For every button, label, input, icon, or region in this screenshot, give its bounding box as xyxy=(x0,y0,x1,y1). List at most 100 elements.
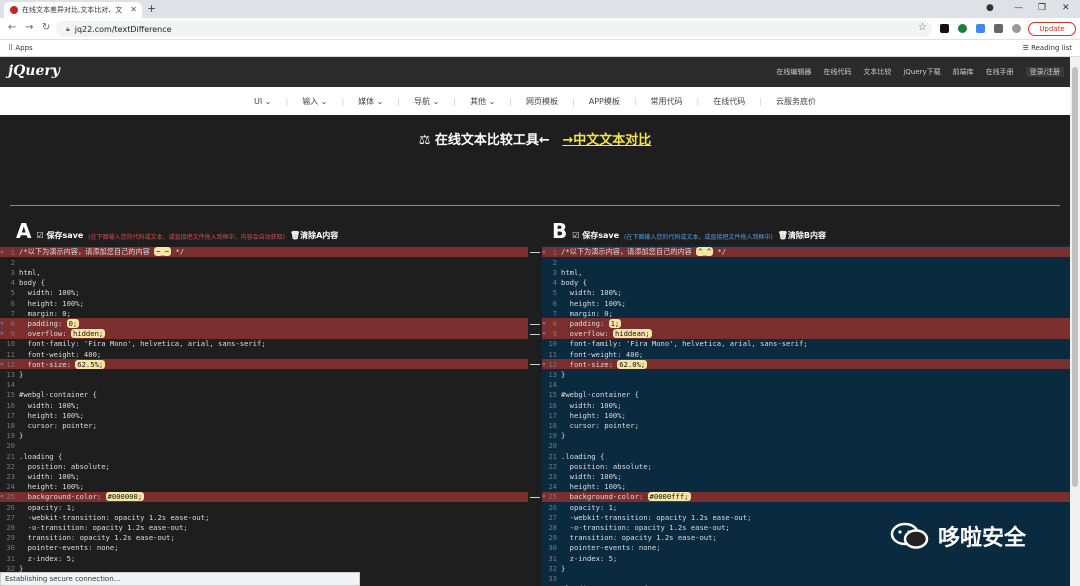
menu-item[interactable]: 在线代码 xyxy=(713,96,745,107)
menu-item[interactable]: 导航 ⌄ xyxy=(414,96,439,107)
browser-tab[interactable]: 在线文本差异对比,文本比对、文 ✕ xyxy=(4,2,142,18)
code-line: 3 html, xyxy=(542,267,1070,277)
top-nav-item[interactable]: 在线编辑器 xyxy=(776,67,811,77)
top-nav-item[interactable]: 登录/注册 xyxy=(1025,67,1064,77)
top-nav-item[interactable]: jQuery下载 xyxy=(903,67,940,77)
reading-list-label: Reading list xyxy=(1031,44,1072,52)
menu-item[interactable]: 输入 ⌄ xyxy=(302,96,327,107)
extension-icon[interactable] xyxy=(940,24,949,33)
wechat-icon xyxy=(890,521,930,551)
code-line: 18 cursor: pointer; xyxy=(542,420,1070,430)
clear-b-button[interactable]: 🗑︎清除B内容 xyxy=(778,230,826,241)
merge-left-icon[interactable]: « xyxy=(542,320,548,327)
line-number: 15 xyxy=(548,390,557,400)
line-number: 6 xyxy=(10,298,15,308)
clear-a-button[interactable]: 🗑︎清除A内容 xyxy=(290,230,338,241)
trash-icon: 🗑︎ xyxy=(777,231,788,240)
forward-icon[interactable]: → xyxy=(25,22,33,33)
editor-a[interactable]: 1/*以下为演示内容，请添加您自己的内容 ~_~ */2 3 html, 4 body … xyxy=(0,245,528,586)
code-text: height: 100%; xyxy=(561,410,626,420)
code-line: 5 width: 100%; xyxy=(0,288,528,298)
line-number: 18 xyxy=(548,420,557,430)
top-nav-item[interactable]: 在线手册 xyxy=(986,67,1014,77)
menu-item[interactable]: 常用代码 xyxy=(651,96,683,107)
extension-icon[interactable] xyxy=(958,24,967,33)
profile-indicator-icon[interactable]: ● xyxy=(986,3,994,13)
code-text: height: 100%; xyxy=(19,482,84,492)
top-nav-item[interactable]: 在线代码 xyxy=(823,67,851,77)
site-header: jQuery 在线编辑器 在线代码 文本比较 jQuery下载 前端库 在线手册 登录/注册 xyxy=(0,57,1070,87)
menu-separator: | xyxy=(341,96,345,106)
merge-left-icon[interactable]: « xyxy=(542,330,548,337)
page-title: ⚖ 在线文本比较工具← →中文文本对比 xyxy=(0,129,1070,148)
menu-separator: | xyxy=(633,96,637,106)
top-nav-item[interactable]: 前端库 xyxy=(953,67,974,77)
code-line: 19} xyxy=(0,431,528,441)
site-logo[interactable]: jQuery xyxy=(8,63,60,79)
url-bar[interactable]: 🔒︎ jq22.com/textDifference xyxy=(56,21,932,37)
maximize-icon[interactable]: ❐ xyxy=(1038,3,1046,13)
menu-item[interactable]: 媒体 ⌄ xyxy=(358,96,383,107)
line-number: 28 xyxy=(548,522,557,532)
line-number: 14 xyxy=(548,380,557,390)
line-number: 5 xyxy=(10,288,15,298)
new-tab-icon[interactable]: + xyxy=(147,2,156,15)
menu-item[interactable]: 网页模板 xyxy=(526,96,558,107)
code-line: 4 body { xyxy=(0,278,528,288)
save-a-button[interactable]: ☑ 保存save xyxy=(36,230,83,241)
minimize-icon[interactable]: — xyxy=(1014,3,1023,13)
extension-icon[interactable] xyxy=(976,24,985,33)
back-icon[interactable]: ← xyxy=(8,22,16,33)
code-text: font-family: 'Fira Mono', helvetica, ari… xyxy=(561,339,808,349)
update-button[interactable]: Update xyxy=(1028,22,1076,36)
diff-highlight: 62.0%; xyxy=(617,359,648,369)
line-number: 30 xyxy=(6,543,15,553)
code-text: #webgl-container { xyxy=(561,390,639,400)
code-line: 31 z-index: 5; xyxy=(0,553,528,563)
code-text: cursor: pointer; xyxy=(561,420,639,430)
merge-right-icon[interactable]: » xyxy=(0,330,6,337)
merge-left-icon[interactable]: « xyxy=(542,361,548,368)
merge-left-icon[interactable]: « xyxy=(542,249,548,256)
apps-shortcut[interactable]: ⠿ Apps xyxy=(8,44,33,52)
diff-highlight: hiddean; xyxy=(612,329,652,339)
line-number: 32 xyxy=(548,563,557,573)
menu-item[interactable]: APP模板 xyxy=(589,96,620,107)
close-tab-icon[interactable]: ✕ xyxy=(130,5,137,14)
window-close-icon[interactable]: ✕ xyxy=(1062,3,1070,13)
merge-right-icon[interactable]: » xyxy=(0,249,6,256)
code-line: 11 font-weight: 400; xyxy=(542,349,1070,359)
bookmark-star-icon[interactable]: ☆ xyxy=(918,22,927,33)
code-line: 24 height: 100%; xyxy=(0,482,528,492)
chinese-compare-link[interactable]: →中文文本对比 xyxy=(562,133,651,148)
reading-list-button[interactable]: ☰ Reading list xyxy=(1023,44,1072,52)
code-line: 22 position: absolute; xyxy=(542,461,1070,471)
profile-avatar-icon[interactable] xyxy=(1012,24,1021,33)
menu-item[interactable]: 云服务底价 xyxy=(776,96,816,107)
code-text: z-index: 5; xyxy=(19,553,76,563)
scrollbar-thumb[interactable] xyxy=(1072,67,1078,487)
page-scrollbar[interactable] xyxy=(1070,57,1080,586)
line-number: 15 xyxy=(6,390,15,400)
code-line: 6 height: 100%; xyxy=(542,298,1070,308)
code-line: 33 xyxy=(542,573,1070,583)
merge-right-icon[interactable]: » xyxy=(0,493,6,500)
code-line: 7 margin: 0; xyxy=(0,308,528,318)
line-number: 13 xyxy=(548,369,557,379)
menu-item[interactable]: 其他 ⌄ xyxy=(470,96,495,107)
puzzle-extensions-icon[interactable] xyxy=(994,24,1003,33)
pane-a-letter: A xyxy=(16,219,32,243)
merge-right-icon[interactable]: » xyxy=(0,320,6,327)
line-number: 29 xyxy=(548,533,557,543)
code-text: -o-transition: opacity 1.2s ease-out; xyxy=(561,522,730,532)
code-line: 10 font-family: 'Fira Mono', helvetica, … xyxy=(0,339,528,349)
merge-left-icon[interactable]: « xyxy=(542,493,548,500)
menu-item[interactable]: UI ⌄ xyxy=(254,97,271,106)
code-line: 7 margin: 0; xyxy=(542,308,1070,318)
save-b-button[interactable]: ☑ 保存save xyxy=(572,230,619,241)
top-nav-item[interactable]: 文本比较 xyxy=(863,67,891,77)
code-line: 4 body { xyxy=(542,278,1070,288)
merge-right-icon[interactable]: » xyxy=(0,361,6,368)
reload-icon[interactable]: ↻ xyxy=(42,22,50,33)
line-number: 5 xyxy=(552,288,557,298)
